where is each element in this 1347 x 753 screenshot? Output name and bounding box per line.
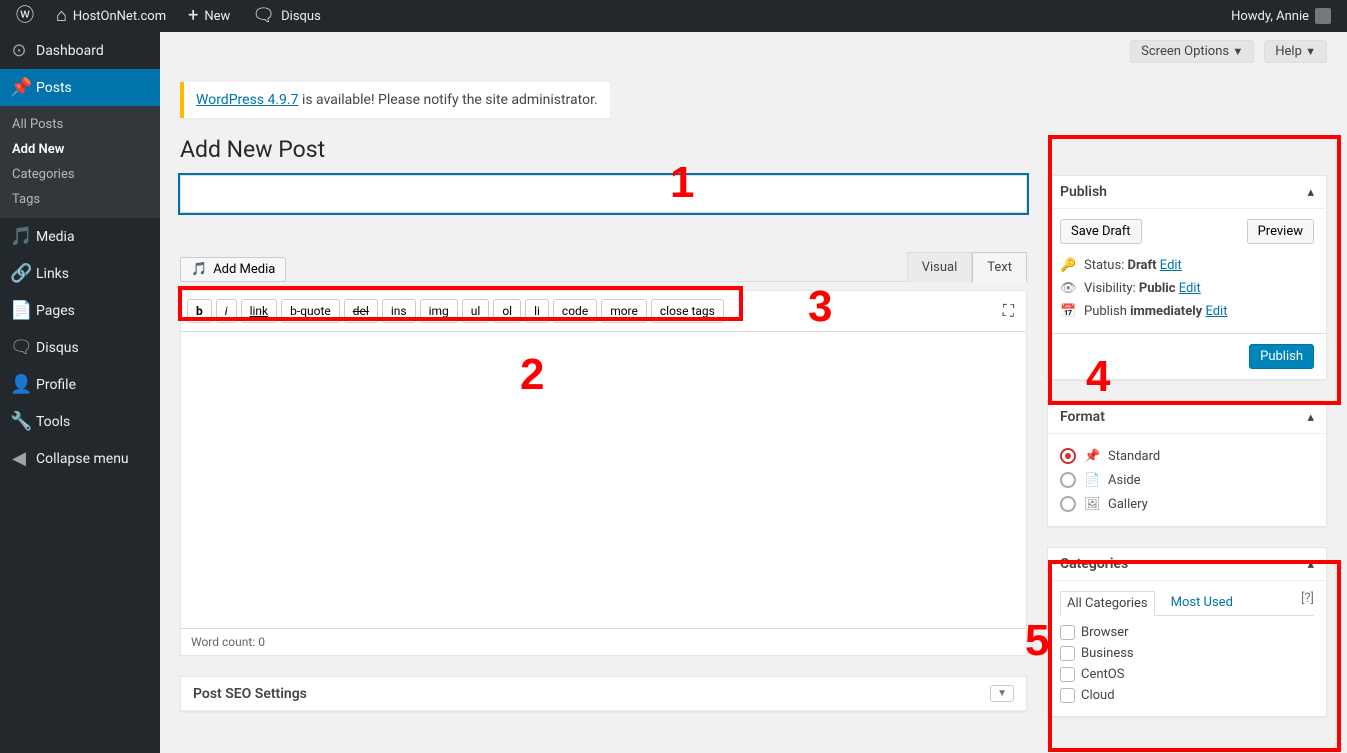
format-standard[interactable]: 📌Standard (1060, 444, 1314, 468)
qt-ins[interactable]: ins (382, 299, 416, 323)
editor-text-tab[interactable]: Text (972, 252, 1027, 282)
main-content: Screen Options ▼ Help ▼ WordPress 4.9.7 … (160, 32, 1347, 753)
media-icon: 🎵 (191, 262, 207, 277)
page-icon: 📄 (10, 300, 28, 321)
eye-icon: 👁 (1060, 281, 1076, 296)
cat-tab-most-used[interactable]: Most Used (1165, 591, 1239, 615)
update-notice: WordPress 4.9.7 is available! Please not… (180, 82, 610, 118)
word-count: Word count: 0 (181, 628, 1026, 655)
collapse-menu[interactable]: ◀Collapse menu (0, 440, 160, 477)
chevron-up-icon: ▴ (1307, 557, 1314, 572)
preview-button[interactable]: Preview (1247, 219, 1314, 244)
qt-link[interactable]: link (241, 299, 278, 323)
qt-ul[interactable]: ul (462, 299, 490, 323)
menu-disqus[interactable]: 🗨Disqus (0, 329, 160, 366)
qt-code[interactable]: code (553, 299, 597, 323)
site-name: HostOnNet.com (73, 9, 166, 24)
chevron-down-icon: ▼ (1232, 45, 1243, 58)
categories-toggle[interactable]: Categories▴ (1048, 548, 1326, 581)
category-checkbox[interactable]: Cloud (1060, 685, 1314, 706)
calendar-icon: 📅 (1060, 304, 1076, 319)
qt-close-tags[interactable]: close tags (651, 299, 724, 323)
category-checkbox[interactable]: Browser (1060, 622, 1314, 643)
cat-help[interactable]: [?] (1301, 591, 1314, 615)
wrench-icon: 🔧 (10, 411, 28, 432)
user-icon: 👤 (10, 374, 28, 395)
menu-posts[interactable]: 📌Posts (0, 69, 160, 106)
menu-links[interactable]: 🔗Links (0, 255, 160, 292)
plus-icon: + (188, 7, 198, 25)
dashboard-icon: ⊙ (10, 40, 28, 61)
edit-status-link[interactable]: Edit (1160, 258, 1182, 273)
screen-options-tab[interactable]: Screen Options ▼ (1130, 40, 1254, 63)
site-link[interactable]: ⌂ HostOnNet.com (48, 0, 174, 32)
qt-bold[interactable]: b (187, 299, 212, 323)
key-icon: 🔑 (1060, 258, 1076, 273)
edit-visibility-link[interactable]: Edit (1179, 281, 1201, 296)
gallery-icon: 🖼 (1084, 497, 1100, 512)
menu-media[interactable]: 🎵Media (0, 218, 160, 255)
chevron-down-icon: ▼ (1305, 45, 1316, 58)
submenu-all-posts[interactable]: All Posts (0, 112, 160, 137)
link-icon: 🔗 (10, 263, 28, 284)
fullscreen-icon: ⛶ (1003, 301, 1014, 320)
format-gallery[interactable]: 🖼Gallery (1060, 492, 1314, 516)
publish-metabox: Publish▴ Save Draft Preview 🔑Status: Dra… (1047, 175, 1327, 380)
cat-tab-all[interactable]: All Categories (1060, 591, 1155, 616)
format-aside[interactable]: 📄Aside (1060, 468, 1314, 492)
publish-toggle[interactable]: Publish▴ (1048, 176, 1326, 209)
media-icon: 🎵 (10, 226, 28, 247)
add-media-button[interactable]: 🎵Add Media (180, 257, 286, 282)
wp-update-link[interactable]: WordPress 4.9.7 (196, 92, 298, 108)
format-metabox: Format▴ 📌Standard 📄Aside 🖼Gallery (1047, 400, 1327, 527)
menu-profile[interactable]: 👤Profile (0, 366, 160, 403)
format-toggle[interactable]: Format▴ (1048, 401, 1326, 434)
qt-blockquote[interactable]: b-quote (281, 299, 340, 323)
comment-icon: 🗨 (10, 337, 28, 358)
qt-ol[interactable]: ol (493, 299, 521, 323)
pin-icon: 📌 (10, 77, 28, 98)
post-title-input[interactable] (180, 175, 1027, 213)
post-content-editor[interactable] (181, 332, 1026, 628)
save-draft-button[interactable]: Save Draft (1060, 219, 1142, 244)
submenu-categories[interactable]: Categories (0, 162, 160, 187)
home-icon: ⌂ (56, 7, 67, 25)
admin-bar: ⓦ ⌂ HostOnNet.com +New 🗨Disqus Howdy, Ann… (0, 0, 1347, 32)
chevron-up-icon: ▴ (1307, 185, 1314, 200)
pin-icon: 📌 (1084, 449, 1100, 464)
page-title: Add New Post (180, 136, 1327, 163)
menu-dashboard[interactable]: ⊙Dashboard (0, 32, 160, 69)
submenu-tags[interactable]: Tags (0, 187, 160, 212)
qt-li[interactable]: li (525, 299, 549, 323)
help-tab[interactable]: Help ▼ (1264, 40, 1327, 63)
edit-schedule-link[interactable]: Edit (1205, 304, 1227, 319)
qt-img[interactable]: img (420, 299, 458, 323)
menu-pages[interactable]: 📄Pages (0, 292, 160, 329)
disqus-link[interactable]: 🗨Disqus (244, 0, 329, 32)
qt-more[interactable]: more (601, 299, 647, 323)
fullscreen-button[interactable]: ⛶ (997, 297, 1020, 325)
chevron-down-icon: ▼ (990, 685, 1014, 702)
editor-visual-tab[interactable]: Visual (907, 252, 973, 282)
qt-italic[interactable]: i (216, 299, 237, 323)
chevron-up-icon: ▴ (1307, 410, 1314, 425)
new-content[interactable]: +New (180, 0, 238, 32)
collapse-icon: ◀ (10, 448, 28, 469)
seo-settings-toggle[interactable]: Post SEO Settings ▼ (181, 677, 1026, 711)
wordpress-icon: ⓦ (16, 7, 34, 25)
menu-tools[interactable]: 🔧Tools (0, 403, 160, 440)
categories-metabox: Categories▴ All Categories Most Used [?]… (1047, 547, 1327, 717)
aside-icon: 📄 (1084, 473, 1100, 488)
my-account[interactable]: Howdy, Annie (1223, 0, 1339, 32)
wp-logo[interactable]: ⓦ (8, 0, 42, 32)
quicktags-toolbar: b i link b-quote del ins img ul ol li co… (181, 291, 1026, 332)
avatar (1315, 8, 1331, 24)
category-checkbox[interactable]: Business (1060, 643, 1314, 664)
publish-button[interactable]: Publish (1249, 344, 1314, 369)
submenu-add-new[interactable]: Add New (0, 137, 160, 162)
qt-del[interactable]: del (344, 299, 378, 323)
admin-sidebar: ⊙Dashboard 📌Posts All Posts Add New Cate… (0, 32, 160, 753)
comment-icon: 🗨 (252, 7, 275, 25)
category-checkbox[interactable]: CentOS (1060, 664, 1314, 685)
